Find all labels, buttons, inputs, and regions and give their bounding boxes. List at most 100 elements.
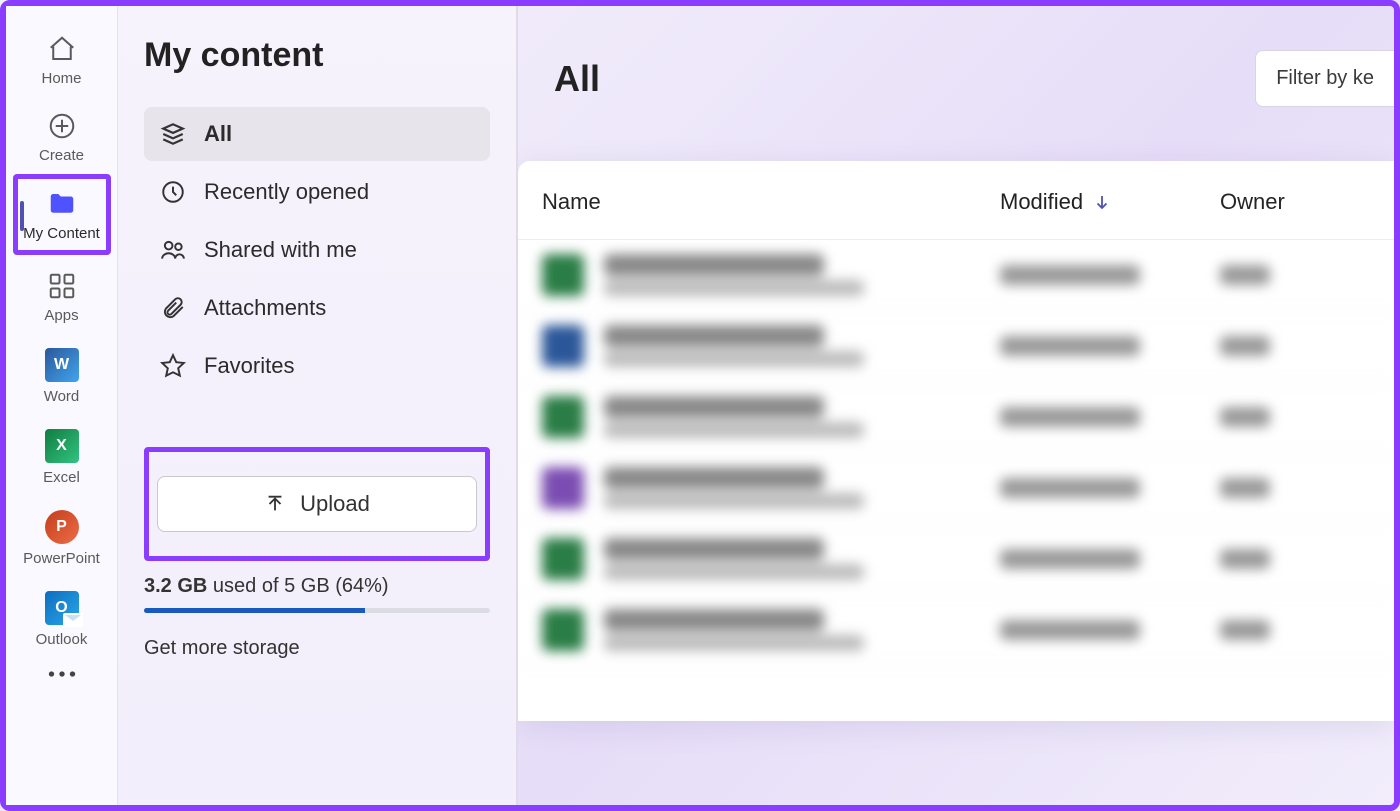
storage-rest: used of 5 GB (64%): [207, 575, 388, 597]
sidebar-item-attachments[interactable]: Attachments: [144, 281, 490, 335]
rail-item-label: My Content: [23, 225, 100, 242]
rail-item-home[interactable]: Home: [13, 24, 111, 95]
rail-item-label: Excel: [43, 469, 80, 486]
star-icon: [160, 353, 186, 379]
left-rail: Home Create My Content Apps W Word X Exc…: [6, 6, 118, 805]
stack-icon: [160, 121, 186, 147]
outlook-icon: O: [45, 591, 79, 625]
rail-item-label: Apps: [44, 307, 78, 324]
storage-bar: [144, 608, 490, 613]
file-texts: [604, 538, 864, 580]
rail-more-button[interactable]: [47, 670, 77, 678]
rail-item-outlook[interactable]: O Outlook: [13, 581, 111, 656]
file-name-cell: [542, 396, 1000, 438]
file-title: [604, 396, 824, 418]
rail-item-label: Home: [41, 70, 81, 87]
table-row[interactable]: [518, 382, 1394, 453]
rail-item-label: Create: [39, 147, 84, 164]
file-title: [604, 467, 824, 489]
table-header: Name Modified Owner: [518, 161, 1394, 240]
column-modified[interactable]: Modified: [1000, 189, 1220, 215]
main-header: All Filter by ke: [518, 50, 1394, 107]
file-owner: [1220, 265, 1270, 285]
file-title: [604, 325, 824, 347]
rail-item-label: Word: [44, 388, 80, 405]
file-location: [604, 635, 864, 651]
column-name[interactable]: Name: [542, 189, 1000, 215]
file-location: [604, 422, 864, 438]
file-title: [604, 538, 824, 560]
rail-item-mycontent[interactable]: My Content: [13, 174, 111, 255]
file-modified: [1000, 620, 1140, 640]
excel-icon: X: [45, 429, 79, 463]
storage-fill: [144, 608, 365, 613]
rail-item-powerpoint[interactable]: P PowerPoint: [13, 500, 111, 575]
people-icon: [160, 237, 186, 263]
file-name-cell: [542, 538, 1000, 580]
file-name-cell: [542, 325, 1000, 367]
rail-item-label: PowerPoint: [23, 550, 100, 567]
clock-icon: [160, 179, 186, 205]
file-owner: [1220, 407, 1270, 427]
filter-button[interactable]: Filter by ke: [1255, 50, 1394, 107]
apps-icon: [47, 271, 77, 301]
file-title: [604, 254, 824, 276]
file-modified: [1000, 549, 1140, 569]
sidebar-item-label: Recently opened: [204, 179, 369, 205]
upload-label: Upload: [300, 491, 370, 517]
table-row[interactable]: [518, 311, 1394, 382]
rail-item-create[interactable]: Create: [13, 101, 111, 172]
page-title: All: [554, 58, 600, 100]
storage-text: 3.2 GB used of 5 GB (64%): [144, 575, 490, 598]
sidebar-title: My content: [144, 36, 490, 75]
file-type-icon: [542, 609, 584, 651]
file-type-icon: [542, 467, 584, 509]
word-icon: W: [45, 348, 79, 382]
upload-icon: [264, 493, 286, 515]
content-sidebar: My content All Recently opened Shared wi…: [118, 6, 518, 805]
sidebar-item-label: All: [204, 121, 232, 147]
table-row[interactable]: [518, 240, 1394, 311]
sidebar-item-label: Favorites: [204, 353, 294, 379]
file-texts: [604, 325, 864, 367]
file-modified: [1000, 407, 1140, 427]
file-type-icon: [542, 325, 584, 367]
sidebar-item-recent[interactable]: Recently opened: [144, 165, 490, 219]
home-icon: [47, 34, 77, 64]
sidebar-item-label: Attachments: [204, 295, 326, 321]
sidebar-item-all[interactable]: All: [144, 107, 490, 161]
column-owner[interactable]: Owner: [1220, 189, 1370, 215]
storage-used: 3.2 GB: [144, 575, 207, 597]
upload-button[interactable]: Upload: [157, 476, 477, 532]
file-owner: [1220, 549, 1270, 569]
file-texts: [604, 396, 864, 438]
plus-circle-icon: [47, 111, 77, 141]
sidebar-item-shared[interactable]: Shared with me: [144, 223, 490, 277]
file-texts: [604, 254, 864, 296]
main-area: All Filter by ke Name Modified Owner: [518, 6, 1394, 805]
file-texts: [604, 467, 864, 509]
table-row[interactable]: [518, 524, 1394, 595]
rail-item-apps[interactable]: Apps: [13, 261, 111, 332]
column-modified-label: Modified: [1000, 189, 1083, 215]
table-row[interactable]: [518, 453, 1394, 524]
sort-down-icon: [1093, 193, 1111, 211]
sidebar-item-favorites[interactable]: Favorites: [144, 339, 490, 393]
file-type-icon: [542, 396, 584, 438]
rail-item-excel[interactable]: X Excel: [13, 419, 111, 494]
file-owner: [1220, 620, 1270, 640]
file-type-icon: [542, 254, 584, 296]
ellipsis-icon: [48, 670, 76, 678]
file-location: [604, 280, 864, 296]
file-owner: [1220, 478, 1270, 498]
get-more-storage-link[interactable]: Get more storage: [144, 637, 490, 660]
rail-item-word[interactable]: W Word: [13, 338, 111, 413]
file-type-icon: [542, 538, 584, 580]
table-row[interactable]: [518, 595, 1394, 666]
file-owner: [1220, 336, 1270, 356]
file-title: [604, 609, 824, 631]
folder-icon: [47, 189, 77, 219]
file-modified: [1000, 478, 1140, 498]
sidebar-item-label: Shared with me: [204, 237, 357, 263]
sidebar-nav: All Recently opened Shared with me Attac…: [144, 107, 490, 393]
